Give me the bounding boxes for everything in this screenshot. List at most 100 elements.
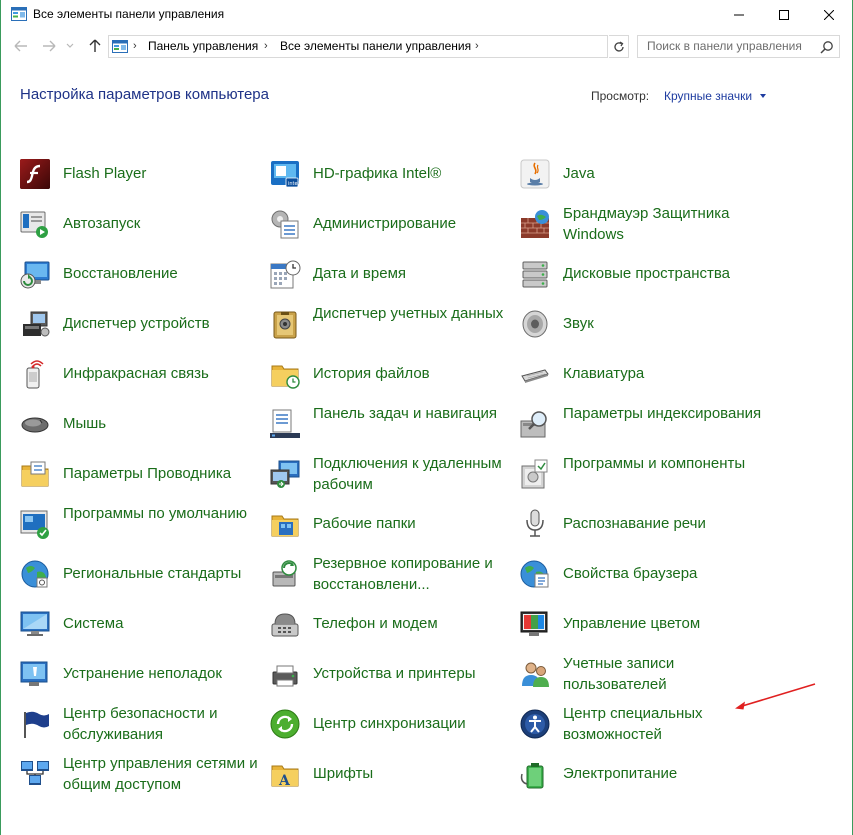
up-button[interactable] [87,38,103,54]
control-panel-item[interactable]: Учетные записи пользователей [519,650,759,698]
maximize-icon [779,10,789,20]
control-panel-item[interactable]: Резервное копирование и восстановлени... [269,550,509,598]
control-panel-item-label: Программы по умолчанию [63,505,247,522]
control-panel-item[interactable]: Java [519,150,759,198]
search-box[interactable]: Поиск в панели управления [637,35,840,58]
control-panel-item[interactable]: intel HD-графика Intel® [269,150,509,198]
address-bar[interactable]: › Панель управления › Все элементы панел… [108,35,706,58]
back-button[interactable] [13,38,29,54]
control-panel-item[interactable]: Клавиатура [519,350,759,398]
date-time-icon [270,260,301,289]
breadcrumb-all-items[interactable]: Все элементы панели управления [280,39,471,53]
control-panel-item[interactable]: Брандмауэр Защитника Windows [519,200,759,248]
control-panel-item[interactable]: Автозапуск [19,200,259,248]
control-panel-item[interactable]: Параметры индексирования [519,400,761,448]
autoplay-icon [20,211,48,238]
search-input[interactable]: Поиск в панели управления [647,39,802,53]
control-panel-item[interactable]: Flash Player [19,150,259,198]
control-panel-item-label: Параметры Проводника [63,465,232,482]
sound-icon [522,310,548,338]
explorer-options-icon [21,461,49,487]
control-panel-item[interactable]: Рабочие папки [269,500,509,548]
chevron-down-icon [66,43,74,48]
breadcrumb-separator-icon[interactable]: › [475,40,479,52]
control-panel-item[interactable]: Свойства браузера [519,550,759,598]
maximize-button[interactable] [761,0,807,30]
mouse-icon [21,417,49,433]
control-panel-item-label: Телефон и модем [313,615,438,632]
control-panel-item[interactable]: Устранение неполадок [19,650,259,698]
control-panel-item[interactable]: Система [19,600,259,648]
default-programs-icon [20,510,49,539]
control-panel-item[interactable]: Панель задач и навигация [269,400,509,448]
control-panel-item[interactable]: Диспетчер устройств [19,300,259,348]
control-panel-item[interactable]: Администрирование [269,200,509,248]
view-by-dropdown[interactable]: Крупные значки [664,89,752,103]
control-panel-small-icon [112,40,128,53]
sync-center-icon [270,709,300,739]
control-panel-item[interactable]: Программы и компоненты [519,450,759,498]
control-panel-item[interactable]: Дисковые пространства [519,250,759,298]
control-panel-item[interactable]: Телефон и модем [269,600,509,648]
control-panel-item[interactable]: Распознавание речи [519,500,759,548]
close-icon [824,10,834,20]
breadcrumb-control-panel[interactable]: Панель управления [148,39,258,53]
control-panel-item[interactable]: Инфракрасная связь [19,350,259,398]
control-panel-item-label: Панель задач и навигация [313,405,498,422]
dropdown-arrow-icon[interactable] [760,94,766,98]
control-panel-item[interactable]: Программы по умолчанию [19,500,259,548]
control-panel-item-label: Дата и время [313,265,407,282]
forward-button[interactable] [41,38,57,54]
control-panel-item[interactable]: Центр синхронизации [269,700,509,748]
page-title: Настройка параметров компьютера [20,86,269,103]
control-panel-item[interactable]: Восстановление [19,250,259,298]
control-panel-item[interactable]: Подключения к удаленным рабочим [269,450,509,498]
search-icon[interactable] [820,40,834,54]
refresh-icon [613,40,624,52]
control-panel-item-label: Региональные стандарты [63,565,242,582]
control-panel-item[interactable]: Мышь [19,400,259,448]
control-panel-item-label: Центр безопасности и обслуживания [63,705,218,743]
credential-manager-icon [273,311,297,339]
control-panel-item[interactable]: A Шрифты [269,750,509,798]
java-icon [520,159,550,189]
control-panel-item-label: Брандмауэр Защитника Windows [563,205,730,243]
control-panel-item[interactable]: Устройства и принтеры [269,650,509,698]
control-panel-item[interactable]: Параметры Проводника [19,450,259,498]
power-options-icon [520,763,544,789]
taskbar-icon [270,409,300,438]
control-panel-item-label: Java [563,165,595,182]
window-title: Все элементы панели управления [33,7,225,21]
control-panel-item[interactable]: Центр безопасности и обслуживания [19,700,259,748]
minimize-icon [734,14,744,16]
control-panel-item[interactable]: Электропитание [519,750,759,798]
control-panel-item[interactable]: Дата и время [269,250,509,298]
fonts-icon: A [271,765,299,789]
close-button[interactable] [806,0,852,30]
control-panel-item[interactable]: Диспетчер учетных данных [269,300,509,348]
control-panel-item-label: Электропитание [563,765,678,782]
control-panel-item[interactable]: Центр специальных возможностей [519,700,759,748]
minimize-button[interactable] [716,0,762,30]
breadcrumb-separator-icon[interactable]: › [133,40,137,52]
control-panel-item[interactable]: Управление цветом [519,600,759,648]
control-panel-item-label: Администрирование [313,215,457,232]
control-panel-item[interactable]: Региональные стандарты [19,550,259,598]
file-history-icon [271,365,300,389]
control-panel-item[interactable]: История файлов [269,350,509,398]
refresh-button[interactable] [609,35,629,58]
ease-of-access-icon [520,709,550,739]
view-by-label: Просмотр: [591,89,650,103]
recent-locations-button[interactable] [65,38,75,54]
work-folders-icon [271,515,299,537]
recovery-icon [20,261,50,289]
breadcrumb-separator-icon[interactable]: › [264,40,268,52]
phone-modem-icon [271,613,299,637]
title-bar[interactable]: Все элементы панели управления [1,0,852,30]
control-panel-item[interactable]: Центр управления сетями и общим доступом [19,750,259,798]
control-panel-item-label: Параметры индексирования [563,405,762,422]
svg-text:intel: intel [288,181,299,187]
control-panel-item[interactable]: Звук [519,300,759,348]
control-panel-icon [11,7,27,21]
indexing-options-icon [520,411,547,438]
